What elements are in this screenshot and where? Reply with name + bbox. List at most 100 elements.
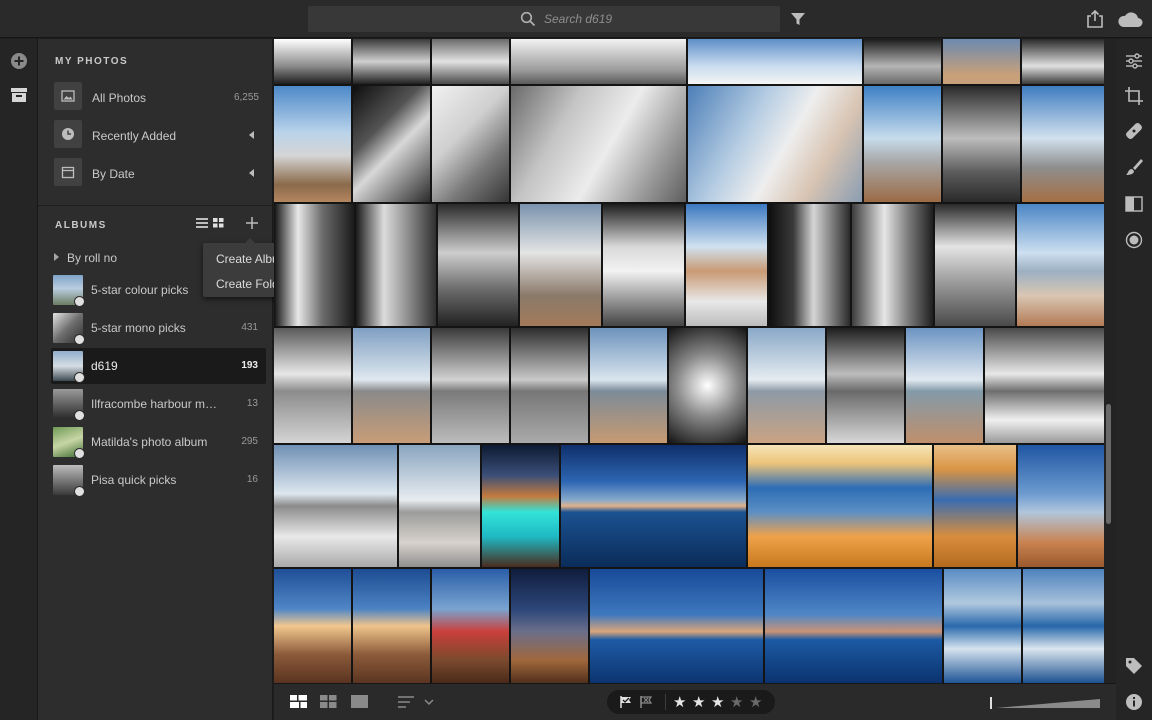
healing-icon[interactable] [1124,121,1144,141]
scrollbar-thumb[interactable] [1106,404,1111,524]
photo-thumbnail[interactable] [943,86,1020,202]
album-group-by-roll-no[interactable]: By roll no [54,251,117,265]
photo-thumbnail[interactable] [827,328,904,443]
photo-thumbnail[interactable] [748,445,932,567]
expand-arrow-icon[interactable] [249,169,254,177]
photo-thumbnail[interactable] [943,39,1020,84]
photo-thumbnail[interactable] [274,328,351,443]
radial-gradient-icon[interactable] [1124,230,1144,250]
rating-star-1[interactable]: ★ [673,693,686,711]
nav-item-label: All Photos [92,91,147,105]
sync-badge-icon [74,334,85,345]
photo-thumbnail[interactable] [864,86,941,202]
rating-star-5[interactable]: ★ [749,693,762,711]
photo-thumbnail[interactable] [688,86,862,202]
rating-star-3[interactable]: ★ [711,693,724,711]
nav-item-recently-added[interactable]: Recently Added [52,118,266,152]
add-icon[interactable] [9,51,29,71]
photo-thumbnail[interactable] [274,86,351,202]
sort-icon[interactable] [398,695,436,709]
square-grid-icon[interactable] [320,695,337,708]
grid-view-icon[interactable] [213,218,224,228]
expand-arrow-icon[interactable] [249,131,254,139]
share-icon[interactable] [1086,9,1104,29]
photo-thumbnail[interactable] [274,39,351,84]
photo-thumbnail[interactable] [985,328,1104,443]
thumbnail-size-slider[interactable] [990,695,1102,711]
photo-thumbnail[interactable] [511,39,686,84]
photo-thumbnail[interactable] [1022,86,1104,202]
expand-arrow-icon[interactable] [54,253,59,261]
photo-grid-icon[interactable] [290,695,307,708]
photo-thumbnail[interactable] [520,204,601,326]
photo-thumbnail[interactable] [274,204,354,326]
photo-thumbnail[interactable] [935,204,1015,326]
photo-thumbnail[interactable] [432,569,509,683]
album-label: Matilda's photo album [91,435,208,449]
photo-thumbnail[interactable] [852,204,933,326]
tag-icon[interactable] [1124,656,1144,676]
photo-thumbnail[interactable] [906,328,983,443]
linear-gradient-icon[interactable] [1124,194,1144,214]
nav-item-all-photos[interactable]: All Photos 6,255 [52,80,266,114]
photo-thumbnail[interactable] [432,328,509,443]
photo-thumbnail[interactable] [353,328,430,443]
photo-thumbnail[interactable] [353,569,430,683]
rating-star-4[interactable]: ★ [730,693,743,711]
album-item[interactable]: Pisa quick picks 16 [51,462,266,498]
add-album-icon[interactable] [245,216,259,230]
photo-thumbnail[interactable] [1017,204,1104,326]
filter-icon[interactable] [790,11,806,27]
photo-thumbnail[interactable] [590,569,763,683]
photo-thumbnail[interactable] [769,204,850,326]
photo-thumbnail[interactable] [590,328,667,443]
search-input[interactable]: Search d619 [544,12,612,26]
detail-view-icon[interactable] [351,695,368,708]
list-view-icon[interactable] [196,218,208,228]
photo-thumbnail[interactable] [482,445,559,567]
photo-thumbnail[interactable] [511,569,588,683]
info-icon[interactable] [1124,692,1144,712]
photo-thumbnail[interactable] [561,445,746,567]
brush-icon[interactable] [1124,157,1144,177]
photo-thumbnail[interactable] [765,569,942,683]
crop-icon[interactable] [1124,86,1144,106]
photo-thumbnail[interactable] [356,204,436,326]
search-field[interactable]: Search d619 [308,6,780,32]
photo-thumbnail[interactable] [748,328,825,443]
photo-thumbnail[interactable] [1022,39,1104,84]
photo-thumbnail[interactable] [274,445,397,567]
reject-flag-icon[interactable] [639,695,653,709]
photo-thumbnail[interactable] [353,39,430,84]
library-icon[interactable] [9,85,29,105]
photo-thumbnail[interactable] [274,569,351,683]
photo-thumbnail[interactable] [438,204,518,326]
nav-item-by-date[interactable]: By Date [52,156,266,190]
photo-thumbnail[interactable] [432,39,509,84]
album-item[interactable]: Matilda's photo album 295 [51,424,266,460]
photo-thumbnail[interactable] [1023,569,1104,683]
edit-sliders-icon[interactable] [1124,51,1144,71]
photo-thumbnail[interactable] [934,445,1016,567]
grid-scrollbar[interactable] [1104,39,1116,683]
photo-thumbnail[interactable] [353,86,430,202]
photo-thumbnail[interactable] [511,86,686,202]
pick-flag-icon[interactable] [619,695,633,709]
photo-thumbnail[interactable] [944,569,1021,683]
photo-thumbnail[interactable] [669,328,746,443]
photo-thumbnail[interactable] [511,328,588,443]
photo-thumbnail[interactable] [688,39,862,84]
photo-thumbnail[interactable] [1018,445,1104,567]
photo-thumbnail[interactable] [864,39,941,84]
photo-thumbnail[interactable] [686,204,767,326]
photo-thumbnail[interactable] [432,86,509,202]
album-item[interactable]: Ilfracombe harbour m… 13 [51,386,266,422]
rating-star-2[interactable]: ★ [692,693,705,711]
album-item-selected[interactable]: d619 193 [51,348,266,384]
clock-icon [54,120,82,148]
album-label: Pisa quick picks [91,473,177,487]
photo-thumbnail[interactable] [399,445,480,567]
photo-thumbnail[interactable] [603,204,684,326]
cloud-sync-icon[interactable] [1117,10,1143,28]
album-item[interactable]: 5-star mono picks 431 [51,310,266,346]
